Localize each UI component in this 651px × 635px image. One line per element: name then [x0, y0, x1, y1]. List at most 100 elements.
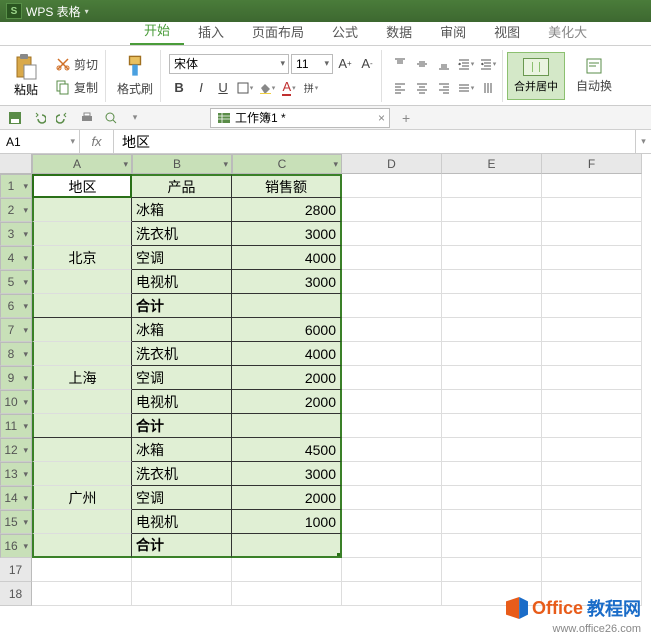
cell-A12[interactable] — [32, 438, 132, 462]
tab-page-layout[interactable]: 页面布局 — [238, 18, 318, 45]
cell-C8[interactable]: 4000 — [232, 342, 342, 366]
row-header-12[interactable]: 12 — [0, 438, 32, 462]
cell-F4[interactable] — [542, 246, 642, 270]
qat-redo-button[interactable] — [54, 109, 72, 127]
cell-C9[interactable]: 2000 — [232, 366, 342, 390]
fill-color-button[interactable] — [257, 78, 277, 98]
cell-B3[interactable]: 洗衣机 — [132, 222, 232, 246]
underline-button[interactable]: U — [213, 78, 233, 98]
new-tab-button[interactable]: + — [402, 110, 410, 126]
col-header-B[interactable]: B — [132, 154, 232, 174]
cell-B8[interactable]: 洗衣机 — [132, 342, 232, 366]
tab-data[interactable]: 数据 — [372, 18, 426, 45]
cell-C13[interactable]: 3000 — [232, 462, 342, 486]
cut-button[interactable]: 剪切 — [52, 54, 101, 75]
border-button[interactable] — [235, 78, 255, 98]
cell-F16[interactable] — [542, 534, 642, 558]
formula-input[interactable]: 地区 — [114, 130, 635, 153]
cell-D5[interactable] — [342, 270, 442, 294]
cell-C7[interactable]: 6000 — [232, 318, 342, 342]
cell-D4[interactable] — [342, 246, 442, 270]
cell-D1[interactable] — [342, 174, 442, 198]
row-header-6[interactable]: 6 — [0, 294, 32, 318]
cell-F17[interactable] — [542, 558, 642, 582]
row-header-18[interactable]: 18 — [0, 582, 32, 606]
cell-A16[interactable] — [32, 534, 132, 558]
row-header-15[interactable]: 15 — [0, 510, 32, 534]
col-header-E[interactable]: E — [442, 154, 542, 174]
cell-A10[interactable] — [32, 390, 132, 414]
cell-A8[interactable] — [32, 342, 132, 366]
cell-F7[interactable] — [542, 318, 642, 342]
wrap-text-button[interactable]: 自动换 — [573, 56, 615, 96]
decrease-font-button[interactable]: A- — [357, 54, 377, 74]
row-header-16[interactable]: 16 — [0, 534, 32, 558]
row-header-9[interactable]: 9 — [0, 366, 32, 390]
row-header-8[interactable]: 8 — [0, 342, 32, 366]
cell-A3[interactable] — [32, 222, 132, 246]
cell-F11[interactable] — [542, 414, 642, 438]
cell-B6[interactable]: 合计 — [132, 294, 232, 318]
qat-save-button[interactable] — [6, 109, 24, 127]
cell-F5[interactable] — [542, 270, 642, 294]
row-header-2[interactable]: 2 — [0, 198, 32, 222]
cell-D2[interactable] — [342, 198, 442, 222]
cell-B2[interactable]: 冰箱 — [132, 198, 232, 222]
cell-D11[interactable] — [342, 414, 442, 438]
cell-A14[interactable]: 广州 — [32, 486, 132, 510]
cell-B12[interactable]: 冰箱 — [132, 438, 232, 462]
cell-A15[interactable] — [32, 510, 132, 534]
qat-print-button[interactable] — [78, 109, 96, 127]
cell-F10[interactable] — [542, 390, 642, 414]
cell-F2[interactable] — [542, 198, 642, 222]
cell-E16[interactable] — [442, 534, 542, 558]
font-size-select[interactable]: 11 — [291, 54, 333, 74]
indent-decrease-button[interactable] — [456, 54, 476, 74]
cell-E7[interactable] — [442, 318, 542, 342]
cell-C5[interactable]: 3000 — [232, 270, 342, 294]
qat-more-button[interactable]: ▾ — [126, 109, 144, 127]
text-direction-button[interactable] — [478, 78, 498, 98]
cell-C17[interactable] — [232, 558, 342, 582]
row-header-1[interactable]: 1 — [0, 174, 32, 198]
col-header-C[interactable]: C — [232, 154, 342, 174]
col-header-A[interactable]: A — [32, 154, 132, 174]
cell-B5[interactable]: 电视机 — [132, 270, 232, 294]
cell-A18[interactable] — [32, 582, 132, 606]
paste-button[interactable]: 粘贴 — [8, 53, 44, 98]
cell-D3[interactable] — [342, 222, 442, 246]
font-name-select[interactable]: 宋体 — [169, 54, 289, 74]
cell-D10[interactable] — [342, 390, 442, 414]
cell-B1[interactable]: 产品 — [132, 174, 232, 198]
cell-E4[interactable] — [442, 246, 542, 270]
tab-view[interactable]: 视图 — [480, 18, 534, 45]
row-header-4[interactable]: 4 — [0, 246, 32, 270]
italic-button[interactable]: I — [191, 78, 211, 98]
cell-A11[interactable] — [32, 414, 132, 438]
cell-D14[interactable] — [342, 486, 442, 510]
cell-B7[interactable]: 冰箱 — [132, 318, 232, 342]
cell-E2[interactable] — [442, 198, 542, 222]
bold-button[interactable]: B — [169, 78, 189, 98]
cell-B17[interactable] — [132, 558, 232, 582]
phonetic-button[interactable]: 拼 — [301, 78, 321, 98]
cell-E10[interactable] — [442, 390, 542, 414]
cell-F15[interactable] — [542, 510, 642, 534]
app-menu-dropdown-icon[interactable]: ▾ — [85, 7, 89, 16]
align-center-button[interactable] — [412, 78, 432, 98]
cell-F13[interactable] — [542, 462, 642, 486]
cell-E13[interactable] — [442, 462, 542, 486]
align-left-button[interactable] — [390, 78, 410, 98]
cell-D16[interactable] — [342, 534, 442, 558]
cell-A9[interactable]: 上海 — [32, 366, 132, 390]
cell-B14[interactable]: 空调 — [132, 486, 232, 510]
tab-formulas[interactable]: 公式 — [318, 18, 372, 45]
fill-handle[interactable] — [337, 553, 342, 558]
cell-A13[interactable] — [32, 462, 132, 486]
align-right-button[interactable] — [434, 78, 454, 98]
cell-B16[interactable]: 合计 — [132, 534, 232, 558]
row-header-3[interactable]: 3 — [0, 222, 32, 246]
cell-C3[interactable]: 3000 — [232, 222, 342, 246]
cell-E6[interactable] — [442, 294, 542, 318]
cell-A2[interactable] — [32, 198, 132, 222]
